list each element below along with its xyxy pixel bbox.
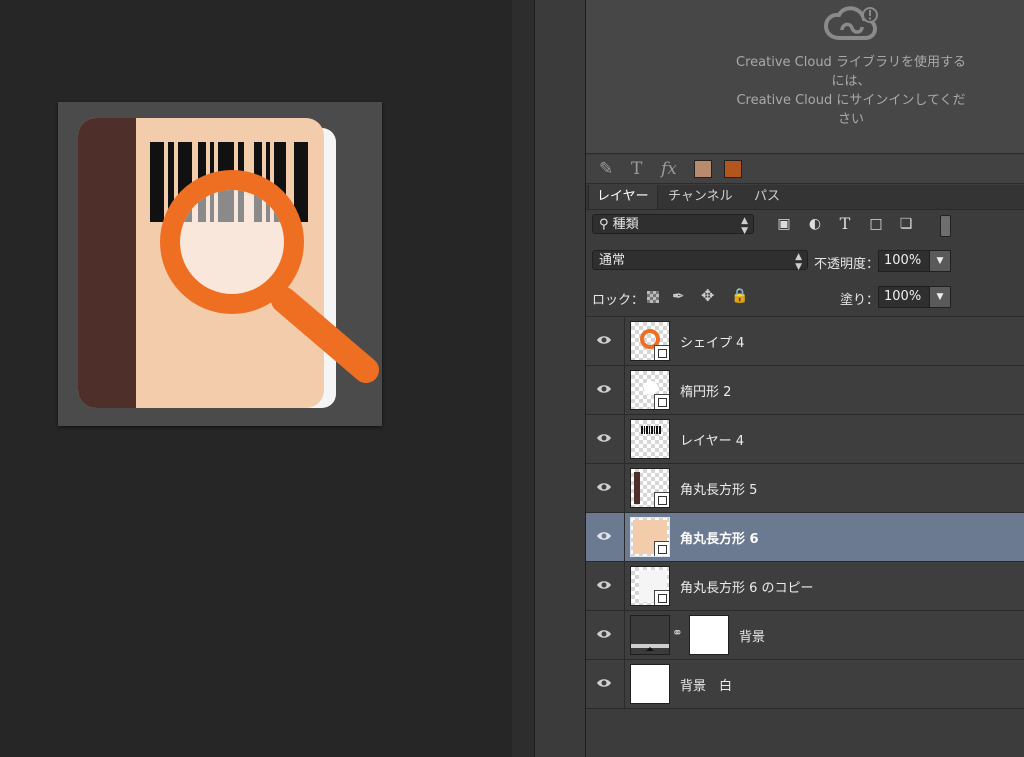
vector-mask-icon: [654, 345, 669, 360]
visibility-eye-icon[interactable]: [596, 334, 612, 346]
spine-shape: [78, 118, 136, 408]
vector-mask-icon: [654, 541, 669, 556]
layers-panel-tabs: レイヤー チャンネル パス: [586, 185, 1024, 210]
sign-in-message: Creative Cloud ライブラリを使用する には、 Creative C…: [726, 53, 976, 129]
blend-mode-value: 通常: [599, 253, 626, 268]
opacity-label: 不透明度：: [814, 257, 880, 272]
layer-row[interactable]: レイヤー 4: [586, 414, 1024, 463]
paint-style-icon[interactable]: ✎: [599, 159, 613, 179]
shape-filter-icon[interactable]: □: [868, 216, 884, 232]
creative-cloud-logo-icon: [823, 6, 878, 40]
filter-kind-select[interactable]: ⚲ 種類 ▲ ▼: [592, 214, 754, 236]
text-style-icon[interactable]: T: [631, 159, 642, 179]
smartobject-filter-icon[interactable]: ❏: [898, 216, 914, 232]
lock-position-icon[interactable]: ✥: [701, 286, 714, 305]
layer-name: 角丸長方形 6 のコピー: [680, 581, 814, 596]
select-arrows-icon: ▲ ▼: [795, 252, 802, 272]
opacity-input[interactable]: 100%: [878, 250, 930, 272]
book-search-illustration: [78, 118, 379, 408]
layer-thumbnail: [630, 468, 670, 508]
lock-image-icon[interactable]: ✒: [672, 287, 685, 305]
layer-thumbnail: [630, 566, 670, 606]
layer-name: 楕円形 2: [680, 385, 732, 400]
visibility-eye-icon[interactable]: [596, 530, 612, 542]
layer-name: 角丸長方形 6: [680, 532, 759, 547]
library-style-bar: ✎ T fx: [586, 155, 1024, 184]
layer-row[interactable]: 角丸長方形 6: [586, 512, 1024, 561]
blend-mode-select[interactable]: 通常 ▲ ▼: [592, 250, 808, 272]
sign-in-message-line: Creative Cloud ライブラリを使用する: [736, 55, 966, 70]
right-panel: Creative Cloud ライブラリを使用する には、 Creative C…: [586, 0, 1024, 757]
lock-label: ロック：: [592, 293, 645, 308]
visibility-eye-icon[interactable]: [596, 481, 612, 493]
lock-row: ロック： ✒ ✥ 🔒 塗り： 100% ▼: [586, 286, 1024, 310]
libraries-panel: Creative Cloud ライブラリを使用する には、 Creative C…: [586, 0, 1024, 154]
layer-mask-thumbnail[interactable]: [689, 615, 729, 655]
visibility-eye-icon[interactable]: [596, 628, 612, 640]
filter-toggle-icon[interactable]: [940, 215, 951, 237]
visibility-eye-icon[interactable]: [596, 579, 612, 591]
color-swatch-2[interactable]: [724, 160, 742, 178]
layer-row[interactable]: 背景 白: [586, 659, 1024, 708]
lock-all-icon[interactable]: 🔒: [731, 288, 748, 304]
layers-list-bottom-border: [586, 708, 1024, 709]
sign-in-message-line: には、: [831, 74, 871, 89]
layer-thumbnail: [630, 664, 670, 704]
vector-mask-icon: [654, 394, 669, 409]
text-filter-icon[interactable]: T: [837, 214, 853, 233]
layer-thumbnail: [630, 615, 670, 655]
fx-icon[interactable]: fx: [661, 159, 677, 179]
filter-kind-label: 種類: [612, 217, 639, 232]
layer-thumbnail: [630, 419, 670, 459]
adjustment-filter-icon[interactable]: ◐: [807, 216, 823, 232]
fill-label: 塗り：: [840, 293, 880, 308]
document-canvas[interactable]: [0, 0, 512, 757]
layer-row[interactable]: ⚭ 背景: [586, 610, 1024, 659]
fill-dropdown-button[interactable]: ▼: [929, 286, 951, 308]
tab-layers[interactable]: レイヤー: [588, 185, 658, 209]
search-icon: ⚲: [599, 217, 609, 232]
sign-in-message-line: Creative Cloud にサインインしてくだ: [736, 93, 966, 108]
visibility-eye-icon[interactable]: [596, 383, 612, 395]
blend-row: 通常 ▲ ▼ 不透明度： 100% ▼: [586, 250, 1024, 274]
layer-filter-row: ⚲ 種類 ▲ ▼ ▣ ◐ T □ ❏: [586, 214, 1024, 238]
image-filter-icon[interactable]: ▣: [776, 216, 792, 232]
color-swatch-1[interactable]: [694, 160, 712, 178]
vector-mask-icon: [654, 492, 669, 507]
visibility-eye-icon[interactable]: [596, 677, 612, 689]
layer-name: 背景: [739, 630, 766, 645]
layer-thumbnail: [630, 517, 670, 557]
sign-in-message-line: さい: [837, 112, 864, 127]
layer-row[interactable]: 角丸長方形 6 のコピー: [586, 561, 1024, 610]
artboard[interactable]: [58, 102, 382, 426]
fill-input[interactable]: 100%: [878, 286, 930, 308]
vector-mask-icon: [654, 590, 669, 605]
layer-row[interactable]: 角丸長方形 5: [586, 463, 1024, 512]
layer-name: シェイプ 4: [680, 336, 745, 351]
tab-channels[interactable]: チャンネル: [660, 185, 741, 209]
chain-link-icon[interactable]: ⚭: [672, 626, 683, 641]
layer-name: 背景 白: [680, 679, 733, 694]
opacity-dropdown-button[interactable]: ▼: [929, 250, 951, 272]
layer-row[interactable]: シェイプ 4: [586, 316, 1024, 365]
lock-transparent-icon[interactable]: [647, 291, 659, 303]
panel-gutter: [512, 0, 534, 757]
collapsed-panel-dock[interactable]: [534, 0, 586, 757]
visibility-eye-icon[interactable]: [596, 432, 612, 444]
tab-paths[interactable]: パス: [746, 185, 788, 209]
layer-name: 角丸長方形 5: [680, 483, 758, 498]
layer-row[interactable]: 楕円形 2: [586, 365, 1024, 414]
layer-thumbnail: [630, 321, 670, 361]
select-arrows-icon: ▲ ▼: [741, 216, 748, 236]
layer-thumbnail: [630, 370, 670, 410]
layer-name: レイヤー 4: [680, 434, 745, 449]
